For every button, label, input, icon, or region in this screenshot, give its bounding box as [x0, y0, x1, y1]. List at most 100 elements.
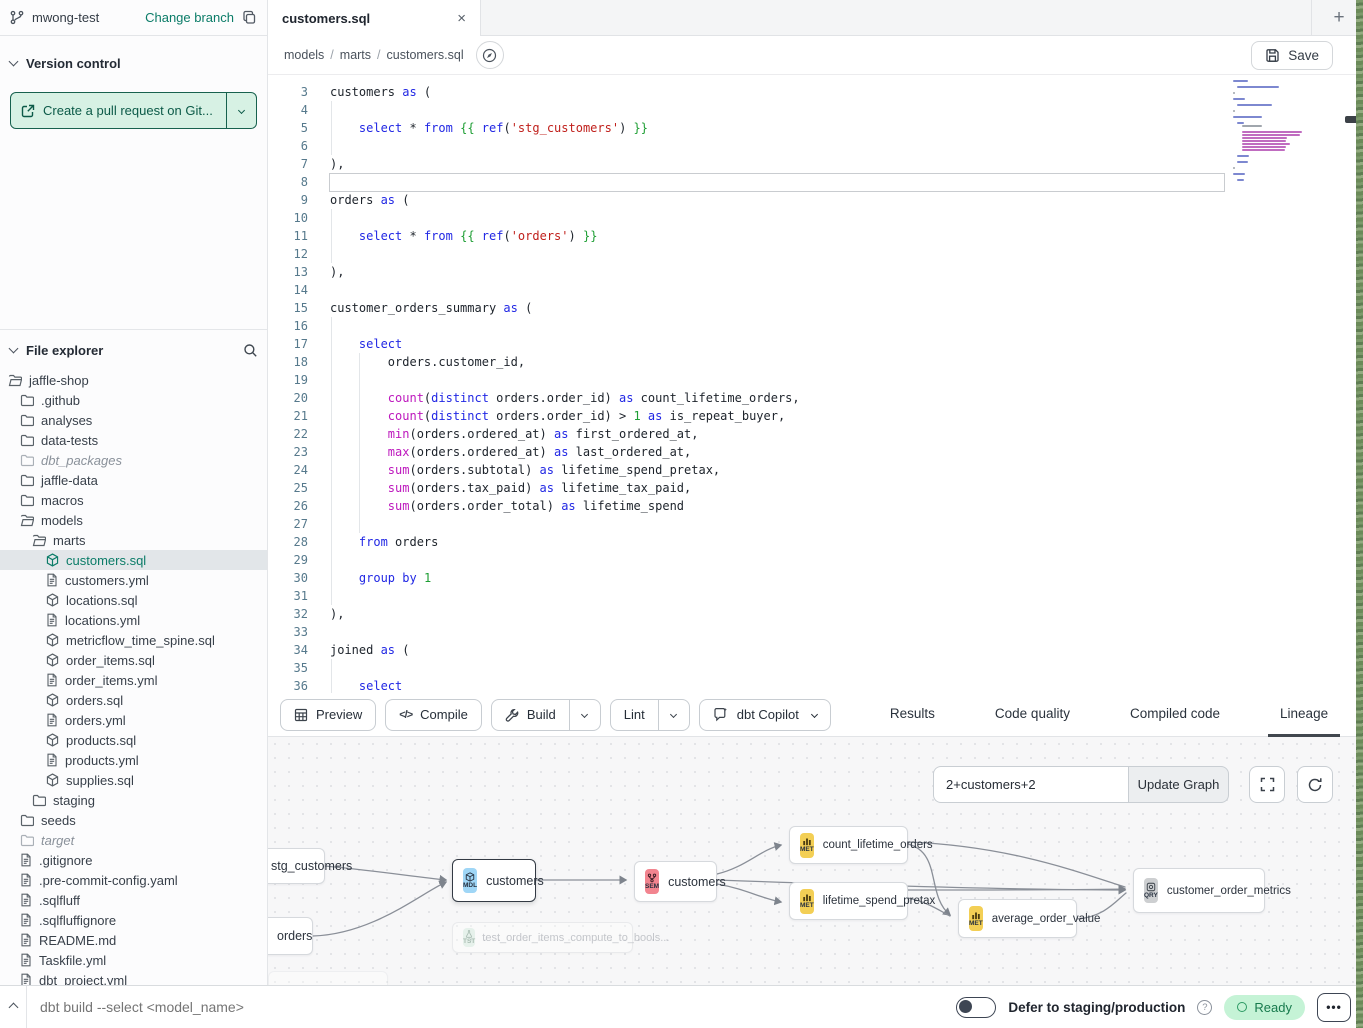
defer-toggle[interactable]: [956, 997, 996, 1018]
lineage-node-orders[interactable]: orders: [268, 917, 313, 955]
tab-lineage[interactable]: Lineage: [1268, 693, 1340, 737]
breadcrumb-marts[interactable]: marts: [340, 48, 371, 62]
tree-item-supplies-sql[interactable]: supplies.sql: [0, 770, 268, 790]
tree-item-order-items-yml[interactable]: order_items.yml: [0, 670, 268, 690]
code-line-12[interactable]: [268, 245, 1268, 263]
code-line-7[interactable]: ),: [268, 155, 1268, 173]
lineage-node-average-order-value[interactable]: MET average_order_value: [958, 899, 1077, 938]
refresh-icon[interactable]: [1297, 766, 1333, 803]
collapse-panel-icon[interactable]: [0, 1004, 26, 1011]
file-explorer-header[interactable]: File explorer: [0, 335, 268, 365]
tree-item-models[interactable]: models: [0, 510, 268, 530]
tab-compiled-code[interactable]: Compiled code: [1118, 693, 1232, 737]
tree-item-locations-yml[interactable]: locations.yml: [0, 610, 268, 630]
code-line-21[interactable]: count(distinct orders.order_id) > 1 as i…: [268, 407, 1268, 425]
lineage-node-stg-customers[interactable]: stg_customers: [268, 848, 325, 884]
update-graph-button[interactable]: Update Graph: [1128, 766, 1229, 803]
code-line-13[interactable]: ),: [268, 263, 1268, 281]
code-line-27[interactable]: [268, 515, 1268, 533]
tree-item-locations-sql[interactable]: locations.sql: [0, 590, 268, 610]
code-line-36[interactable]: select: [268, 677, 1268, 693]
tree-item-jaffle-shop[interactable]: jaffle-shop: [0, 370, 268, 390]
tree-item--sqlfluffignore[interactable]: .sqlfluffignore: [0, 910, 268, 930]
tree-item--sqlfluff[interactable]: .sqlfluff: [0, 890, 268, 910]
lint-dropdown[interactable]: [659, 700, 689, 730]
tree-item-staging[interactable]: staging: [0, 790, 268, 810]
tree-item-target[interactable]: target: [0, 830, 268, 850]
change-branch-link[interactable]: Change branch: [145, 10, 234, 25]
tree-item-dbt-packages[interactable]: dbt_packages: [0, 450, 268, 470]
minimap[interactable]: [1233, 80, 1338, 182]
tree-item-marts[interactable]: marts: [0, 530, 268, 550]
tree-item-readme-md[interactable]: README.md: [0, 930, 268, 950]
code-line-6[interactable]: [268, 137, 1268, 155]
tree-item-customers-yml[interactable]: customers.yml: [0, 570, 268, 590]
tree-item--gitignore[interactable]: .gitignore: [0, 850, 268, 870]
code-line-33[interactable]: [268, 623, 1268, 641]
lineage-canvas[interactable]: Update Graph stg_customers orders MDL: [268, 737, 1363, 985]
lineage-node-test[interactable]: TST test_order_items_compute_to_bools...: [452, 922, 633, 953]
code-line-4[interactable]: [268, 101, 1268, 119]
code-editor[interactable]: 3456789101112131415161718192021222324252…: [268, 75, 1363, 693]
code-line-24[interactable]: sum(orders.subtotal) as lifetime_spend_p…: [268, 461, 1268, 479]
build-dropdown[interactable]: [570, 700, 600, 730]
lineage-node-customers-semantic[interactable]: SEM customers: [634, 861, 717, 902]
code-line-30[interactable]: group by 1: [268, 569, 1268, 587]
code-line-29[interactable]: [268, 551, 1268, 569]
breadcrumb-models[interactable]: models: [284, 48, 324, 62]
tree-item--github[interactable]: .github: [0, 390, 268, 410]
more-options-button[interactable]: •••: [1317, 993, 1351, 1022]
code-line-11[interactable]: select * from {{ ref('orders') }}: [268, 227, 1268, 245]
lineage-node-lifetime-spend-pretax[interactable]: MET lifetime_spend_pretax: [789, 882, 908, 920]
tree-item-orders-yml[interactable]: orders.yml: [0, 710, 268, 730]
tree-item-analyses[interactable]: analyses: [0, 410, 268, 430]
tree-item-products-sql[interactable]: products.sql: [0, 730, 268, 750]
code-line-34[interactable]: joined as (: [268, 641, 1268, 659]
build-button[interactable]: Build: [492, 700, 570, 730]
tree-item-order-items-sql[interactable]: order_items.sql: [0, 650, 268, 670]
dbt-command-input[interactable]: [27, 999, 587, 1015]
tree-item-data-tests[interactable]: data-tests: [0, 430, 268, 450]
compile-button[interactable]: </> Compile: [385, 699, 482, 731]
code-line-25[interactable]: sum(orders.tax_paid) as lifetime_tax_pai…: [268, 479, 1268, 497]
tree-item-customers-sql[interactable]: customers.sql: [0, 550, 268, 570]
code-line-19[interactable]: [268, 371, 1268, 389]
lineage-node-customer-order-metrics[interactable]: QRY customer_order_metrics: [1133, 868, 1265, 913]
lineage-node-customers-model[interactable]: MDL customers: [452, 859, 536, 902]
code-line-22[interactable]: min(orders.ordered_at) as first_ordered_…: [268, 425, 1268, 443]
new-tab-button[interactable]: +: [1322, 4, 1356, 32]
code-line-28[interactable]: from orders: [268, 533, 1268, 551]
code-line-18[interactable]: orders.customer_id,: [268, 353, 1268, 371]
dbt-copilot-button[interactable]: dbt Copilot: [699, 699, 831, 731]
tree-item--pre-commit-config-yaml[interactable]: .pre-commit-config.yaml: [0, 870, 268, 890]
code-line-23[interactable]: max(orders.ordered_at) as last_ordered_a…: [268, 443, 1268, 461]
code-line-20[interactable]: count(distinct orders.order_id) as count…: [268, 389, 1268, 407]
tree-item-orders-sql[interactable]: orders.sql: [0, 690, 268, 710]
lineage-selector-input[interactable]: [933, 766, 1128, 803]
help-icon[interactable]: ?: [1197, 1000, 1212, 1015]
tree-item-dbt-project-yml[interactable]: dbt_project.yml: [0, 970, 268, 985]
tab-customers-sql[interactable]: customers.sql ×: [268, 0, 481, 36]
tree-item-macros[interactable]: macros: [0, 490, 268, 510]
navigate-icon[interactable]: [476, 41, 504, 69]
create-pull-request-button[interactable]: Create a pull request on Git...: [10, 92, 257, 129]
code-line-5[interactable]: select * from {{ ref('stg_customers') }}: [268, 119, 1268, 137]
lineage-node-cut[interactable]: [268, 971, 388, 985]
code-line-15[interactable]: customer_orders_summary as (: [268, 299, 1268, 317]
lint-button[interactable]: Lint: [611, 700, 659, 730]
tree-item-taskfile-yml[interactable]: Taskfile.yml: [0, 950, 268, 970]
code-line-10[interactable]: [268, 209, 1268, 227]
code-line-14[interactable]: [268, 281, 1268, 299]
code-line-32[interactable]: ),: [268, 605, 1268, 623]
search-icon[interactable]: [243, 343, 258, 358]
fullscreen-icon[interactable]: [1249, 766, 1285, 803]
code-line-31[interactable]: [268, 587, 1268, 605]
save-button[interactable]: Save: [1251, 41, 1333, 70]
lineage-node-count-lifetime-orders[interactable]: MET count_lifetime_orders: [789, 826, 908, 864]
close-icon[interactable]: ×: [457, 11, 466, 26]
code-line-8[interactable]: [268, 173, 1268, 191]
code-line-17[interactable]: select: [268, 335, 1268, 353]
code-line-9[interactable]: orders as (: [268, 191, 1268, 209]
pr-button-dropdown[interactable]: [227, 93, 256, 128]
code-line-26[interactable]: sum(orders.order_total) as lifetime_spen…: [268, 497, 1268, 515]
